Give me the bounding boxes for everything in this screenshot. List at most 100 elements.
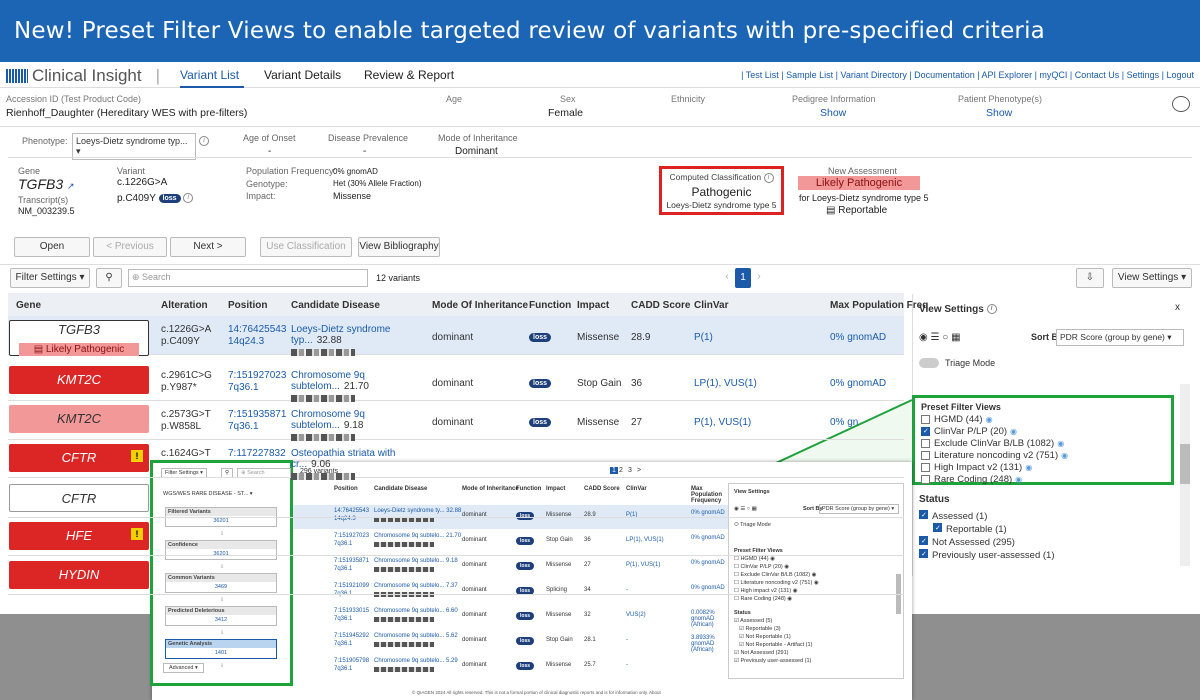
inset-status-item[interactable]: ☑ Not Reportable (1) <box>739 634 791 640</box>
inset-filter-count: 1401 <box>214 650 228 656</box>
inset-cadd: 28.1 <box>584 637 596 643</box>
population-frequency: 0% gnomAD <box>830 332 887 343</box>
inset-filter-title: Genetic Analysis <box>166 640 276 648</box>
candidate-disease[interactable]: Chromosome 9q subtelom... 9.18 <box>291 409 431 441</box>
gene-badge[interactable]: KMT2C <box>9 366 149 394</box>
inset-disease: Chromosome 9q subtelo... 5.62 <box>374 633 458 639</box>
inset-bar <box>374 642 434 647</box>
inset-pos: 7:151945292 <box>334 633 370 639</box>
inset-bar <box>374 667 434 672</box>
gene-name: KMT2C <box>56 372 102 387</box>
impact: Stop Gain <box>577 378 622 389</box>
inheritance: dominant <box>432 378 474 389</box>
clinvar-link[interactable]: LP(1), VUS(1) <box>694 378 757 389</box>
warning-icon: ! <box>131 528 143 540</box>
position-link[interactable]: 7:151935871 <box>228 409 286 420</box>
inset-moi: dominant <box>462 662 487 668</box>
band-link[interactable]: 7q36.1 <box>228 421 259 432</box>
inset-status-item[interactable]: ☑ Not Reportable - Artifact (1) <box>739 642 812 648</box>
inset-filter-title: Predicted Deleterious <box>166 607 276 615</box>
inset-arrow: ⇩ <box>220 597 225 603</box>
disease-score: 21.70 <box>343 381 369 392</box>
inset-clinvar: - <box>626 662 628 668</box>
col-header[interactable]: Gene <box>16 295 41 317</box>
inset-arrow: ⇩ <box>220 630 225 636</box>
col-header[interactable]: ClinVar <box>694 295 728 317</box>
inset-filter-box[interactable]: Predicted Deleterious 3412 ⇩ <box>165 606 277 636</box>
inset-cadd: 32 <box>584 612 591 618</box>
inset-clinvar: VUS(2) <box>626 612 646 618</box>
col-header[interactable]: Alteration <box>161 295 208 317</box>
gene-badge[interactable]: CFTR! <box>9 444 149 472</box>
candidate-disease[interactable]: Osteopathia striata with cr... 9.06 <box>291 448 431 480</box>
alteration-protein: p.Y987* <box>161 382 197 393</box>
cadd-score: 27 <box>631 417 643 428</box>
gene-badge[interactable]: KMT2C <box>9 405 149 433</box>
gene-badge[interactable]: HYDIN <box>9 561 149 589</box>
warning-icon: ! <box>131 450 143 462</box>
gene-name: KMT2C <box>56 411 102 426</box>
inset-freq: 0.0082% gnomAD (African) <box>691 610 715 628</box>
inset-disease: Chromosome 9q subtelo... 5.29 <box>374 658 458 664</box>
inset-cadd: 25.7 <box>584 662 596 668</box>
inset-impact: Missense <box>546 662 572 668</box>
inset-pfv-item[interactable]: ☐ Rare Coding (248) ◉ <box>734 596 792 602</box>
inset-status-item[interactable]: ☑ Reportable (3) <box>739 626 781 632</box>
inheritance: dominant <box>432 332 474 343</box>
col-header[interactable]: Mode Of Inheritance <box>432 295 528 317</box>
population-frequency: 0% gnomAD <box>830 378 887 389</box>
inset-band: 7q36.1 <box>334 666 353 672</box>
inset-function: loss <box>516 637 535 645</box>
inset-advanced-button[interactable]: Advanced ▾ <box>163 663 204 673</box>
candidate-disease[interactable]: Chromosome 9q subtelom... 21.70 <box>291 370 431 402</box>
inset-status-item[interactable]: ☑ Assessed (5) <box>734 618 772 624</box>
band-link[interactable]: 14q24.3 <box>228 336 264 347</box>
col-header[interactable]: Position <box>228 295 267 317</box>
position-link[interactable]: 14:76425543 <box>228 324 286 335</box>
gene-badge[interactable]: CFTR <box>9 484 149 512</box>
disease-score: 32.88 <box>316 335 342 346</box>
inset-impact: Stop Gain <box>546 637 573 643</box>
clinvar-link[interactable]: P(1) <box>694 332 713 343</box>
inset-freq: 3.8933% gnomAD (African) <box>691 635 715 653</box>
population-frequency: 0% gn <box>830 417 859 428</box>
inset-band: 7q36.1 <box>334 641 353 647</box>
alteration: c.1624G>T <box>161 448 211 459</box>
gene-badge[interactable]: HFE! <box>9 522 149 550</box>
gene-name: CFTR <box>61 491 97 506</box>
inset-pos: 7:151933015 <box>334 608 370 614</box>
function-badge: loss <box>529 332 552 343</box>
disease-name: Osteopathia striata with cr... <box>291 448 396 470</box>
inset-status-item[interactable]: ☑ Previously user-assessed (1) <box>734 658 811 664</box>
gene-name: HYDIN <box>58 567 100 582</box>
inset-filter-count: 3412 <box>214 617 228 623</box>
disease-score-bar <box>291 473 355 480</box>
inset-function: loss <box>516 662 535 670</box>
position-link[interactable]: 7:151927023 <box>228 370 286 381</box>
disease-score: 9.06 <box>311 459 331 470</box>
inset-pos: 7:151905798 <box>334 658 370 664</box>
col-header[interactable]: CADD Score <box>631 295 690 317</box>
inset-status-item[interactable]: ☑ Not Assessed (291) <box>734 650 788 656</box>
col-header[interactable]: Function <box>529 295 571 317</box>
band-link[interactable]: 7q36.1 <box>228 382 259 393</box>
gene-name: TGFB3 <box>58 322 100 337</box>
col-header[interactable]: Candidate Disease <box>291 295 380 317</box>
inset-impact: Missense <box>546 612 572 618</box>
cadd-score: 28.9 <box>631 332 651 343</box>
clinvar-link[interactable]: P(1), VUS(1) <box>694 417 751 428</box>
inset-disease: Chromosome 9q subtelo... 6.60 <box>374 608 458 614</box>
col-header[interactable]: Impact <box>577 295 609 317</box>
inset-function: loss <box>516 612 535 620</box>
inset-moi: dominant <box>462 637 487 643</box>
inset-clinvar: - <box>626 637 628 643</box>
col-header[interactable]: Max Population Freq <box>830 295 928 317</box>
function-badge: loss <box>529 417 552 428</box>
candidate-disease[interactable]: Loeys-Dietz syndrome typ... 32.88 <box>291 324 431 356</box>
inset-footer: © QIAGEN 2024 All rights reserved. This … <box>412 690 661 695</box>
position-link[interactable]: 7:117227832 <box>228 448 286 459</box>
inset-filter-box[interactable]: Genetic Analysis 1401 ⇩ <box>165 639 277 669</box>
alteration-protein: p.C409Y <box>161 336 200 347</box>
alteration: c.1226G>A <box>161 324 212 335</box>
gene-badge[interactable]: TGFB3 ▤ Likely Pathogenic <box>9 320 149 356</box>
